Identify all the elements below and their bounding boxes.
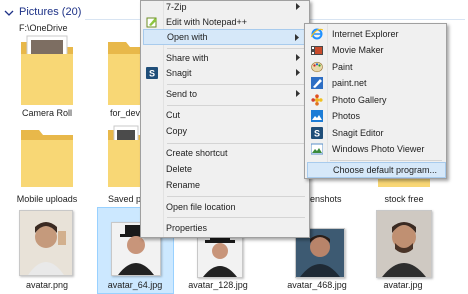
item-label: avatar_468.jpg: [287, 280, 347, 290]
menu-item-properties[interactable]: Properties: [143, 220, 307, 237]
menu-item-label: Properties: [166, 223, 208, 233]
movie-maker-icon: [311, 46, 323, 55]
person-icon: [377, 211, 431, 277]
thumbnail: [19, 210, 73, 276]
menu-item-label: Copy: [166, 126, 188, 136]
menu-item-label: Edit with Notepad++: [166, 17, 248, 27]
file-avatar-jpg[interactable]: avatar.jpg: [365, 208, 441, 294]
menu-item-choose-default-program[interactable]: Choose default program...: [307, 162, 446, 178]
menu-item-create-shortcut[interactable]: Create shortcut: [143, 145, 307, 162]
photo-viewer-icon: [311, 143, 323, 155]
chevron-right-icon: [295, 34, 299, 41]
folder-icon: [108, 42, 140, 105]
menu-separator: [167, 105, 305, 106]
menu-separator: [330, 160, 442, 161]
item-label: Mobile uploads: [16, 194, 78, 204]
menu-item-label: Create shortcut: [166, 148, 228, 158]
menu-item-label: Snagit: [166, 68, 192, 78]
item-label: avatar_64.jpg: [107, 280, 163, 290]
app-label: Internet Explorer: [332, 29, 399, 39]
menu-item-open-with[interactable]: Open with: [143, 29, 307, 45]
file-avatar-png[interactable]: avatar.png: [9, 208, 85, 294]
app-label: Photo Gallery: [332, 95, 387, 105]
open-with-submenu: Internet Explorer Movie Maker Paint pain…: [304, 23, 447, 179]
folder-icon: [21, 130, 73, 187]
menu-item-label: 7-Zip: [166, 2, 187, 12]
app-photos[interactable]: Photos: [307, 108, 446, 125]
app-paint-net[interactable]: paint.net: [307, 75, 446, 92]
chevron-down-icon[interactable]: [3, 7, 15, 19]
chevron-right-icon: [296, 54, 300, 61]
menu-item-label: Open with: [167, 32, 208, 42]
item-label: avatar.jpg: [383, 280, 423, 290]
menu-item-open-file-location[interactable]: Open file location: [143, 199, 307, 216]
folder-icon: [108, 125, 140, 187]
app-label: Choose default program...: [333, 165, 438, 175]
item-label: stock free: [384, 194, 424, 204]
app-label: Paint: [332, 62, 353, 72]
thumbnail: [376, 210, 432, 278]
menu-separator: [167, 196, 305, 197]
app-paint[interactable]: Paint: [307, 59, 446, 76]
menu-separator: [167, 84, 305, 85]
menu-item-label: Open file location: [166, 202, 236, 212]
menu-item-send-to[interactable]: Send to: [143, 86, 307, 103]
item-label: avatar.png: [25, 280, 69, 290]
svg-text:S: S: [149, 69, 155, 79]
svg-text:S: S: [314, 129, 320, 139]
app-internet-explorer[interactable]: Internet Explorer: [307, 26, 446, 43]
folder-mobile-uploads[interactable]: Mobile uploads: [9, 124, 85, 206]
item-label: avatar_128.jpg: [188, 280, 248, 290]
app-label: Windows Photo Viewer: [332, 144, 425, 154]
paint-net-icon: [311, 77, 323, 89]
menu-item-label: Rename: [166, 180, 201, 190]
folder-camera-roll[interactable]: Camera Roll: [9, 34, 85, 122]
menu-item-delete[interactable]: Delete: [143, 161, 307, 178]
folder-path: F:\OneDrive: [19, 23, 68, 33]
notepad-plus-icon: [146, 17, 157, 28]
menu-item-label: Cut: [166, 110, 181, 120]
internet-explorer-icon: [311, 28, 323, 40]
photo-gallery-icon: [311, 94, 323, 106]
app-snagit-editor[interactable]: S Snagit Editor: [307, 125, 446, 142]
app-photo-gallery[interactable]: Photo Gallery: [307, 92, 446, 109]
chevron-right-icon: [296, 3, 300, 10]
menu-separator: [167, 143, 305, 144]
app-movie-maker[interactable]: Movie Maker: [307, 42, 446, 59]
folder-icon: [21, 35, 73, 105]
snagit-icon: S: [146, 67, 158, 79]
app-label: paint.net: [332, 78, 367, 88]
menu-item-label: Send to: [166, 89, 198, 99]
app-label: Movie Maker: [332, 45, 384, 55]
menu-separator: [167, 48, 305, 49]
item-label: Camera Roll: [21, 108, 72, 118]
app-label: Snagit Editor: [332, 128, 384, 138]
menu-item-rename[interactable]: Rename: [143, 177, 307, 194]
menu-item-label: Delete: [166, 164, 193, 174]
chevron-right-icon: [296, 90, 300, 97]
app-label: Photos: [332, 111, 361, 121]
menu-item-snagit[interactable]: S Snagit: [143, 65, 307, 82]
group-title: Pictures (20): [19, 6, 82, 18]
context-menu: 7-Zip Edit with Notepad++ Open with Shar…: [140, 0, 310, 238]
app-windows-photo-viewer[interactable]: Windows Photo Viewer: [307, 141, 446, 158]
menu-item-copy[interactable]: Copy: [143, 123, 307, 140]
snagit-icon: S: [311, 127, 323, 139]
menu-separator: [167, 217, 305, 218]
menu-item-cut[interactable]: Cut: [143, 107, 307, 124]
person-icon: [20, 211, 72, 275]
menu-item-label: Share with: [166, 53, 209, 63]
photos-icon: [311, 110, 323, 122]
paint-palette-icon: [311, 61, 323, 73]
chevron-right-icon: [296, 69, 300, 76]
